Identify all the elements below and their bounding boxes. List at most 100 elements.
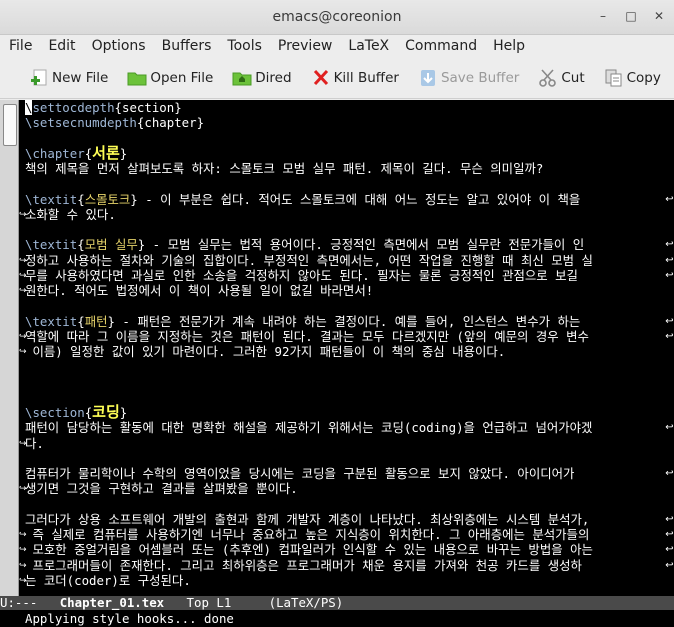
buffer-line[interactable]: 프로그래머들이 존재한다. 그리고 최하위층은 프로그래머가 채운 용지를 가져… (25, 558, 665, 573)
continuation-arrow-icon: ↩ (665, 269, 674, 281)
buffer-line[interactable]: 이름) 일정한 값이 있기 마련이다. 그러한 92가지 패턴들이 이 책의 중… (25, 344, 665, 359)
cut-label: Cut (561, 70, 585, 86)
menu-bar: File Edit Options Buffers Tools Preview … (0, 35, 674, 57)
title-bar: emacs@coreonion – □ ✕ (0, 0, 674, 35)
continuation-arrow-icon: ↪ (19, 575, 27, 586)
continuation-arrow-icon: ↪ (19, 530, 27, 540)
minimize-button[interactable]: – (596, 8, 610, 24)
buffer-line[interactable] (25, 131, 665, 146)
continuation-arrow-icon: ↩ (665, 193, 674, 205)
continuation-arrow-icon: ↩ (665, 330, 674, 342)
buffer-line[interactable]: 생기면 그것을 구현하고 결과를 살펴봤을 뿐이다. (25, 481, 665, 496)
close-button[interactable]: ✕ (652, 8, 666, 24)
buffer-line[interactable]: 다. (25, 436, 665, 451)
modeline-position: Top L1 (186, 595, 232, 610)
buffer-line[interactable]: 그러다가 상용 소프트웨어 개발의 출현과 함께 개발자 계층이 나타났다. 최… (25, 512, 665, 527)
buffer-line[interactable] (25, 375, 665, 390)
menu-tools[interactable]: Tools (219, 38, 270, 54)
buffer-line[interactable]: \setsecnumdepth{chapter} (25, 115, 665, 130)
buffer-line[interactable]: \textit{스몰토크} - 이 부분은 쉽다. 적어도 스몰토크에 대해 어… (25, 192, 665, 207)
continuation-arrow-icon: ↪ (19, 270, 27, 281)
continuation-arrow-icon: ↪ (19, 545, 27, 556)
continuation-arrow-icon: ↩ (665, 468, 674, 479)
dired-label: Dired (255, 70, 292, 86)
continuation-arrow-icon: ↪ (19, 255, 27, 266)
buffer-line[interactable]: 역할에 따라 그 이름을 지정하는 것은 패턴이 된다. 결과는 모두 다르겠지… (25, 329, 665, 344)
continuation-arrow-icon: ↩ (665, 559, 674, 571)
buffer-line[interactable]: 즉 실제로 컴퓨터를 사용하기엔 너무나 중요하고 높은 지식층이 위치한다. … (25, 527, 665, 542)
menu-latex[interactable]: LaTeX (340, 38, 397, 54)
buffer-line[interactable]: 컴퓨터가 물리학이나 수학의 영역이었을 당시에는 코딩을 구분된 활동으로 보… (25, 466, 665, 481)
buffer-line[interactable]: 모호한 중얼거림을 어셈블러 또는 (추후엔) 컴파일러가 인식할 수 있는 내… (25, 542, 665, 557)
continuation-arrow-icon: ↪ (19, 484, 27, 495)
tool-bar: New File Open File Dired Kill Buffer Sav… (0, 58, 674, 99)
close-x-icon (310, 68, 332, 88)
folder-home-icon (231, 68, 253, 88)
buffer-line[interactable]: 소화할 수 있다. (25, 207, 665, 222)
maximize-button[interactable]: □ (624, 8, 638, 24)
dired-button[interactable]: Dired (221, 68, 299, 88)
buffer-line[interactable]: \chapter{서론} (25, 145, 665, 161)
minibuffer[interactable]: Applying style hooks... done (0, 610, 674, 627)
cut-button[interactable]: Cut (527, 68, 592, 88)
continuation-arrow-icon: ↩ (665, 315, 674, 327)
copy-button[interactable]: Copy (593, 68, 669, 88)
continuation-arrow-icon: ↩ (665, 239, 674, 251)
copy-label: Copy (626, 70, 661, 86)
new-file-label: New File (52, 70, 109, 86)
menu-preview[interactable]: Preview (270, 38, 341, 54)
folder-icon (126, 68, 148, 88)
continuation-arrow-icon: ↪ (19, 347, 27, 357)
buffer-line[interactable]: \textit{모범 실무} - 모범 실무는 법적 용어이다. 긍정적인 측면… (25, 237, 665, 252)
buffer-line[interactable]: 정하고 사용하는 절차와 기술의 집합이다. 부정적인 측면에서는, 어떤 작업… (25, 253, 665, 268)
buffer-text[interactable]: \settocdepth{section} \setsecnumdepth{cha… (25, 100, 665, 596)
buffer-line[interactable] (25, 359, 665, 374)
continuation-arrow-icon: ↪ (19, 438, 27, 449)
modeline-status: U:--- (0, 595, 38, 610)
buffer-line[interactable]: \textit{패턴} - 패턴은 전문가가 계속 내려야 하는 결정이다. 예… (25, 314, 665, 329)
new-file-icon (28, 68, 50, 88)
continuation-arrow-icon: ↪ (19, 209, 27, 220)
buffer-line[interactable]: \section{코딩} (25, 404, 665, 420)
buffer-line[interactable] (25, 176, 665, 191)
buffer-line[interactable]: 는 코더(coder)로 구성된다. (25, 573, 665, 588)
open-file-button[interactable]: Open File (116, 68, 221, 88)
menu-buffers[interactable]: Buffers (154, 38, 220, 54)
menu-command[interactable]: Command (397, 38, 485, 54)
editor-window[interactable]: \settocdepth{section} \setsecnumdepth{cha… (0, 100, 674, 596)
buffer-line[interactable] (25, 298, 665, 313)
continuation-arrow-icon: ↪ (19, 331, 27, 342)
continuation-arrow-icon: ↪ (19, 560, 27, 571)
vertical-scrollbar[interactable] (0, 100, 19, 596)
window-title: emacs@coreonion (272, 9, 402, 25)
continuation-arrow-icon: ↩ (665, 544, 674, 556)
menu-help[interactable]: Help (485, 38, 533, 54)
menu-edit[interactable]: Edit (40, 38, 83, 54)
kill-buffer-label: Kill Buffer (333, 70, 399, 86)
buffer-line[interactable]: 원한다. 적어도 법정에서 이 책이 사용될 일이 없길 바라면서! (25, 283, 665, 298)
mode-line[interactable]: U:--- Chapter_01.tex Top L1 (LaTeX/PS) (0, 596, 674, 610)
buffer-line[interactable] (25, 390, 665, 405)
buffer-line[interactable]: 책의 제목을 먼저 살펴보도록 하자: 스몰토크 모범 실무 패턴. 제목이 길… (25, 161, 665, 176)
open-file-label: Open File (150, 70, 214, 86)
menu-options[interactable]: Options (84, 38, 154, 54)
scrollbar-thumb[interactable] (3, 104, 17, 146)
buffer-line[interactable] (25, 222, 665, 237)
save-buffer-button[interactable]: Save Buffer (407, 68, 527, 88)
modeline-buffer-name[interactable]: Chapter_01.tex (60, 595, 164, 610)
buffer-line[interactable]: 무를 사용하였다면 과실로 인한 소송을 걱정하지 않아도 된다. 필자는 물론… (25, 268, 665, 283)
new-file-button[interactable]: New File (0, 68, 116, 88)
continuation-arrow-icon: ↩ (665, 254, 674, 266)
scissors-icon (537, 68, 559, 88)
menu-file[interactable]: File (0, 38, 40, 54)
buffer-line[interactable]: \settocdepth{section} (25, 100, 665, 115)
continuation-arrow-icon: ↩ (665, 513, 674, 525)
modeline-mode[interactable]: (LaTeX/PS) (269, 595, 344, 610)
buffer-line[interactable] (25, 451, 665, 466)
kill-buffer-button[interactable]: Kill Buffer (300, 68, 407, 88)
save-down-arrow-icon (417, 68, 439, 88)
continuation-arrow-icon: ↩ (665, 422, 674, 434)
buffer-line[interactable]: 패턴이 담당하는 활동에 대한 명확한 해설을 제공하기 위해서는 코딩(cod… (25, 420, 665, 435)
continuation-arrow-icon: ↪ (19, 286, 27, 296)
buffer-line[interactable] (25, 497, 665, 512)
